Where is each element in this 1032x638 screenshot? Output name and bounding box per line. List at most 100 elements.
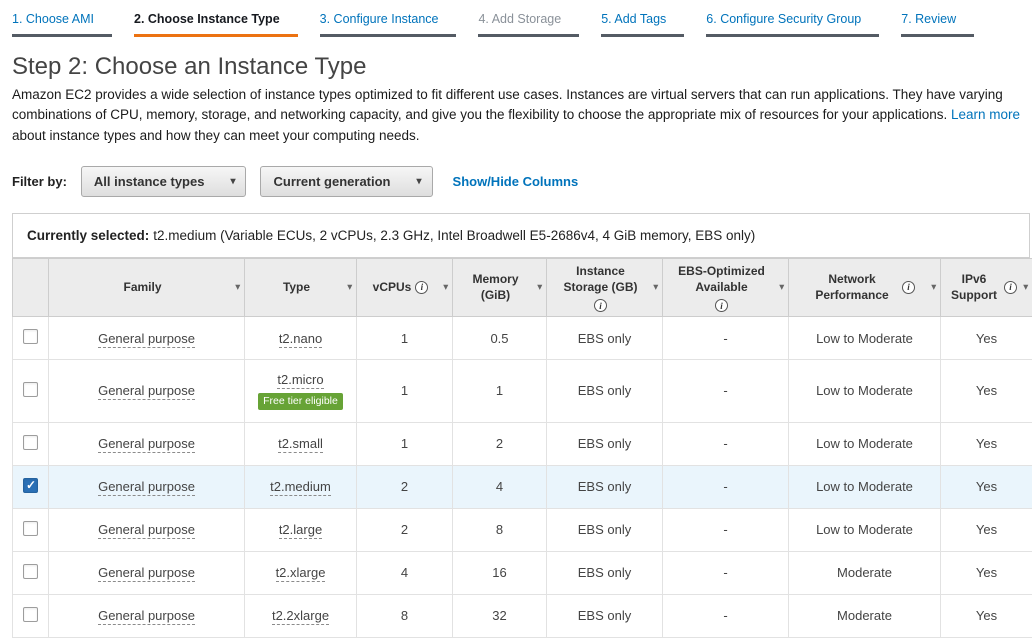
ipv6-support-value: Yes <box>941 508 1032 551</box>
sort-caret-icon[interactable]: ▾ <box>235 282 240 293</box>
info-icon[interactable]: i <box>715 299 728 312</box>
type-value[interactable]: t2.nano <box>279 331 322 348</box>
row-checkbox[interactable] <box>23 607 38 622</box>
sort-caret-icon[interactable]: ▾ <box>1023 282 1028 293</box>
sort-caret-icon[interactable]: ▾ <box>347 282 352 293</box>
col-header-ipv6-support[interactable]: IPv6 Supporti ▾ <box>941 258 1032 316</box>
ipv6-support-value: Yes <box>941 465 1032 508</box>
page-description: Amazon EC2 provides a wide selection of … <box>12 85 1020 146</box>
learn-more-link[interactable]: Learn more <box>951 107 1020 122</box>
type-value[interactable]: t2.micro <box>277 372 323 389</box>
show-hide-columns-link[interactable]: Show/Hide Columns <box>453 174 579 189</box>
type-value[interactable]: t2.2xlarge <box>272 608 329 625</box>
family-value[interactable]: General purpose <box>98 565 195 582</box>
col-header-network-performance[interactable]: Network Performancei ▾ <box>789 258 941 316</box>
col-label: vCPUs <box>373 279 412 295</box>
row-checkbox[interactable] <box>23 435 38 450</box>
table-row-t2-small[interactable]: General purpose t2.small 1 2 EBS only - … <box>13 422 1032 465</box>
sort-caret-icon[interactable]: ▾ <box>443 282 448 293</box>
info-icon[interactable]: i <box>594 299 607 312</box>
memory-value: 2 <box>453 422 547 465</box>
page-title: Step 2: Choose an Instance Type <box>12 53 1020 81</box>
row-checkbox[interactable] <box>23 564 38 579</box>
generation-filter-value: Current generation <box>273 174 390 189</box>
col-label: EBS-Optimized Available <box>669 263 774 295</box>
col-header-memory[interactable]: Memory (GiB) ▾ <box>453 258 547 316</box>
info-icon[interactable]: i <box>1004 281 1017 294</box>
storage-value: EBS only <box>547 317 663 360</box>
type-value[interactable]: t2.medium <box>270 479 331 496</box>
memory-value: 1 <box>453 360 547 423</box>
row-checkbox[interactable] <box>23 478 38 493</box>
description-suffix: about instance types and how they can me… <box>12 128 420 143</box>
vcpus-value: 4 <box>357 551 453 594</box>
step-1-choose-ami[interactable]: 1. Choose AMI <box>12 12 112 37</box>
instance-type-filter-dropdown[interactable]: All instance types ▾ <box>81 166 247 197</box>
chevron-down-icon: ▾ <box>230 176 235 187</box>
family-value[interactable]: General purpose <box>98 608 195 625</box>
free-tier-badge: Free tier eligible <box>258 393 343 410</box>
col-header-instance-storage[interactable]: Instance Storage (GB) i ▾ <box>547 258 663 316</box>
memory-value: 4 <box>453 465 547 508</box>
table-row-t2-micro[interactable]: General purpose t2.micro Free tier eligi… <box>13 360 1032 423</box>
col-header-checkbox <box>13 258 49 316</box>
type-value[interactable]: t2.small <box>278 436 323 453</box>
col-header-family[interactable]: Family ▾ <box>49 258 245 316</box>
currently-selected-bar: Currently selected:t2.medium (Variable E… <box>12 213 1030 258</box>
col-label: Type <box>283 279 310 295</box>
step-5-add-tags[interactable]: 5. Add Tags <box>601 12 684 37</box>
ebs-optimized-value: - <box>663 422 789 465</box>
step-6-configure-security-group[interactable]: 6. Configure Security Group <box>706 12 879 37</box>
family-value[interactable]: General purpose <box>98 479 195 496</box>
table-row-t2-nano[interactable]: General purpose t2.nano 1 0.5 EBS only -… <box>13 317 1032 360</box>
row-checkbox[interactable] <box>23 382 38 397</box>
ebs-optimized-value: - <box>663 360 789 423</box>
table-header-row: Family ▾ Type ▾ vCPUsi ▾ Memory (GiB) ▾ … <box>13 258 1032 316</box>
col-label: Instance Storage (GB) <box>553 263 648 295</box>
ipv6-support-value: Yes <box>941 422 1032 465</box>
col-header-vcpus[interactable]: vCPUsi ▾ <box>357 258 453 316</box>
generation-filter-dropdown[interactable]: Current generation ▾ <box>260 166 432 197</box>
step-7-review[interactable]: 7. Review <box>901 12 974 37</box>
row-checkbox[interactable] <box>23 521 38 536</box>
step-3-configure-instance[interactable]: 3. Configure Instance <box>320 12 457 37</box>
step-4-add-storage: 4. Add Storage <box>478 12 579 37</box>
family-value[interactable]: General purpose <box>98 383 195 400</box>
filter-by-label: Filter by: <box>12 174 67 189</box>
vcpus-value: 1 <box>357 317 453 360</box>
memory-value: 16 <box>453 551 547 594</box>
chevron-down-icon: ▾ <box>417 176 422 187</box>
table-row-t2-xlarge[interactable]: General purpose t2.xlarge 4 16 EBS only … <box>13 551 1032 594</box>
row-checkbox[interactable] <box>23 329 38 344</box>
memory-value: 8 <box>453 508 547 551</box>
storage-value: EBS only <box>547 465 663 508</box>
sort-caret-icon[interactable]: ▾ <box>537 282 542 293</box>
description-text: Amazon EC2 provides a wide selection of … <box>12 87 1003 122</box>
type-value[interactable]: t2.large <box>279 522 322 539</box>
sort-caret-icon[interactable]: ▾ <box>779 282 784 293</box>
vcpus-value: 2 <box>357 508 453 551</box>
ebs-optimized-value: - <box>663 508 789 551</box>
info-icon[interactable]: i <box>902 281 915 294</box>
col-header-type[interactable]: Type ▾ <box>245 258 357 316</box>
instance-type-table: Family ▾ Type ▾ vCPUsi ▾ Memory (GiB) ▾ … <box>12 258 1032 638</box>
sort-caret-icon[interactable]: ▾ <box>653 282 658 293</box>
table-row-t2-2xlarge[interactable]: General purpose t2.2xlarge 8 32 EBS only… <box>13 594 1032 637</box>
family-value[interactable]: General purpose <box>98 436 195 453</box>
table-row-t2-medium[interactable]: General purpose t2.medium 2 4 EBS only -… <box>13 465 1032 508</box>
vcpus-value: 2 <box>357 465 453 508</box>
step-2-choose-instance-type: 2. Choose Instance Type <box>134 12 298 37</box>
memory-value: 0.5 <box>453 317 547 360</box>
sort-caret-icon[interactable]: ▾ <box>931 282 936 293</box>
type-value[interactable]: t2.xlarge <box>276 565 326 582</box>
family-value[interactable]: General purpose <box>98 331 195 348</box>
family-value[interactable]: General purpose <box>98 522 195 539</box>
network-performance-value: Low to Moderate <box>789 360 941 423</box>
table-row-t2-large[interactable]: General purpose t2.large 2 8 EBS only - … <box>13 508 1032 551</box>
instance-type-filter-value: All instance types <box>94 174 205 189</box>
col-header-ebs-optimized[interactable]: EBS-Optimized Available i ▾ <box>663 258 789 316</box>
col-label: Memory (GiB) <box>459 271 532 303</box>
network-performance-value: Low to Moderate <box>789 508 941 551</box>
info-icon[interactable]: i <box>415 281 428 294</box>
network-performance-value: Moderate <box>789 594 941 637</box>
